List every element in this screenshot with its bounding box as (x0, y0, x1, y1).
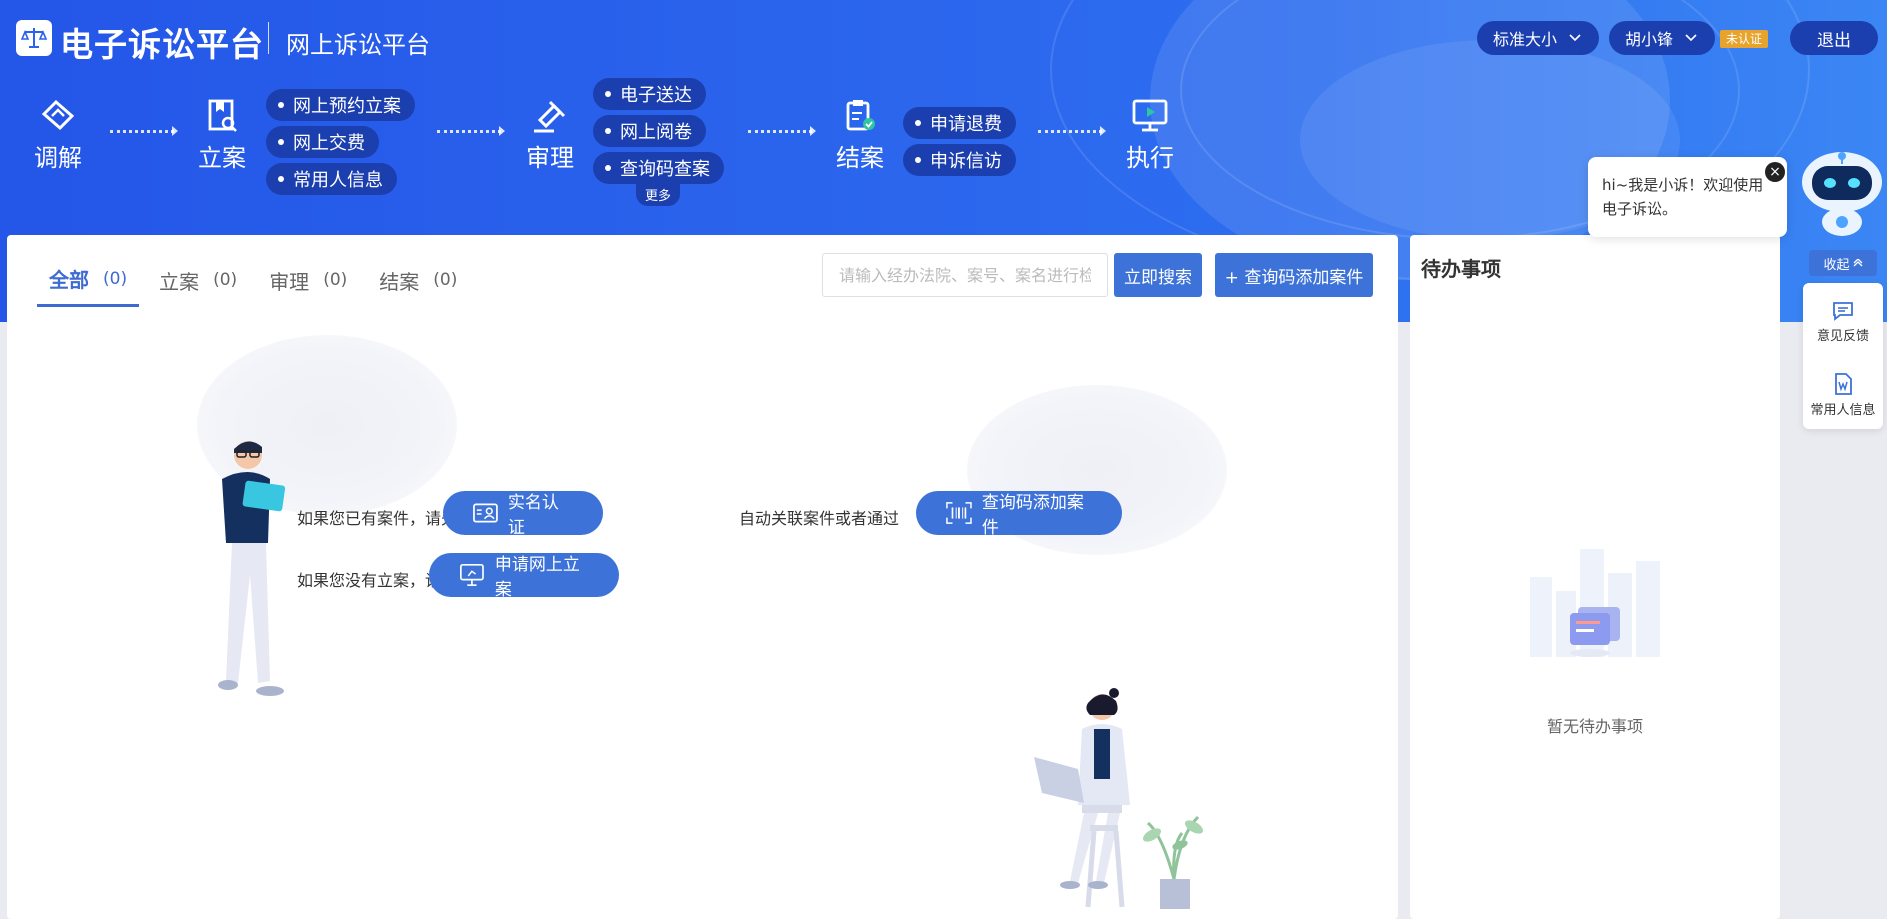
user-dropdown[interactable]: 胡小锋 (1609, 21, 1715, 55)
guide-text-no-case: 如果您没有立案，请 (297, 571, 442, 590)
tab-closed[interactable]: 结案 (0) (367, 253, 469, 307)
tab-label: 结案 (379, 269, 420, 294)
woman-working-illustration (1034, 688, 1204, 909)
apply-online-filing-button[interactable]: 申请网上立案 (429, 553, 619, 600)
brand-divider (268, 22, 269, 54)
logout-button[interactable]: 退出 (1790, 21, 1878, 55)
chip-online-payment[interactable]: 网上交费 (266, 126, 379, 158)
id-card-icon (473, 503, 498, 523)
chip-common-persons[interactable]: 常用人信息 (266, 163, 397, 195)
add-case-by-code-button[interactable]: + 查询码添加案件 (1215, 253, 1373, 297)
tab-count: (0) (433, 270, 458, 290)
step-label: 结案 (836, 144, 884, 172)
todo-empty-text: 暂无待办事项 (1546, 717, 1643, 736)
more-button[interactable]: 更多 (636, 182, 680, 206)
man-with-laptop-illustration (218, 441, 286, 696)
collapse-label: 收起 (1823, 257, 1850, 273)
chip-online-file-review[interactable]: 网上阅卷 (593, 115, 706, 147)
case-list-card: 全部 (0) 立案 (0) 审理 (0) 结案 (0) 立即搜索 + 查询码添加… (7, 235, 1398, 919)
gavel-icon (534, 100, 566, 133)
logo (16, 20, 52, 56)
common-persons-tool[interactable]: 常用人信息 (1803, 373, 1883, 418)
filing-icon (208, 99, 237, 132)
chip-refund-request[interactable]: 申请退费 (903, 107, 1016, 139)
case-tabs: 全部 (0) 立案 (0) 审理 (0) 结案 (0) (37, 253, 477, 307)
tab-all[interactable]: 全部 (0) (37, 253, 140, 307)
step-connector (110, 126, 178, 136)
tab-count: (0) (103, 268, 128, 289)
scales-logo-icon (21, 28, 47, 48)
step-connector (748, 126, 816, 136)
tool-label: 常用人信息 (1810, 403, 1876, 418)
chevron-down-icon (1569, 34, 1581, 42)
step-execution[interactable]: 执行 (1126, 98, 1174, 173)
guide-text-existing-case: 如果您已有案件，请先 (297, 509, 458, 528)
step-label: 执行 (1126, 144, 1174, 172)
chip-electronic-service[interactable]: 电子送达 (593, 78, 706, 110)
chevron-down-icon (1685, 34, 1697, 42)
step-connector (1038, 126, 1106, 136)
add-case-by-query-code-button[interactable]: 查询码添加案件 (916, 491, 1122, 538)
barcode-icon (946, 502, 972, 524)
step-trial[interactable]: 审理 (526, 98, 574, 173)
step-mediation[interactable]: 调解 (34, 98, 82, 173)
collapse-button[interactable]: 收起 (1809, 250, 1877, 276)
step-filing[interactable]: 立案 (198, 98, 246, 173)
tab-label: 立案 (159, 269, 200, 294)
tab-label: 审理 (269, 269, 310, 294)
tab-label: 全部 (49, 268, 89, 292)
step-label: 立案 (198, 144, 246, 172)
tab-count: (0) (323, 270, 348, 290)
brand-title: 电子诉讼平台 (60, 25, 264, 64)
handshake-icon (41, 99, 75, 131)
presentation-icon (460, 564, 484, 586)
close-icon[interactable]: × (1765, 162, 1785, 182)
monitor-play-icon (1132, 99, 1168, 132)
empty-state-illustration (1530, 549, 1660, 657)
button-label: 实名认证 (507, 493, 559, 538)
brand-subtitle: 网上诉讼平台 (286, 31, 430, 59)
chip-petition-appeal[interactable]: 申诉信访 (903, 144, 1016, 176)
tab-filing[interactable]: 立案 (0) (147, 253, 249, 307)
tab-count: (0) (213, 270, 238, 290)
step-connector (437, 126, 505, 136)
chevron-up-icon (1853, 259, 1862, 267)
font-size-label: 标准大小 (1493, 30, 1558, 49)
feedback-tool[interactable]: 意见反馈 (1803, 301, 1883, 344)
case-search-input[interactable] (822, 253, 1108, 297)
clipboard-check-icon (846, 100, 875, 131)
guide-text-auto-link: 自动关联案件或者通过 (739, 509, 900, 528)
user-name: 胡小锋 (1625, 30, 1674, 49)
chip-online-booking-filing[interactable]: 网上预约立案 (266, 89, 415, 121)
button-label: 申请网上立案 (494, 555, 580, 600)
tool-label: 意见反馈 (1816, 329, 1869, 344)
step-closing[interactable]: 结案 (836, 98, 884, 173)
robot-assistant-icon[interactable] (1790, 140, 1887, 240)
search-button[interactable]: 立即搜索 (1114, 253, 1202, 297)
step-label: 调解 (34, 144, 82, 172)
font-size-dropdown[interactable]: 标准大小 (1477, 21, 1599, 55)
tab-trial[interactable]: 审理 (0) (257, 253, 359, 307)
assistant-greeting-bubble: hi~我是小诉！欢迎使用电子诉讼。 (1588, 157, 1787, 237)
realname-auth-button[interactable]: 实名认证 (443, 491, 603, 538)
unauthenticated-badge: 未认证 (1720, 30, 1769, 48)
button-label: 查询码添加案件 (981, 493, 1084, 538)
assistant-tools-panel: 意见反馈 常用人信息 (1803, 283, 1883, 429)
todo-title: 待办事项 (1421, 257, 1501, 281)
todo-card: 待办事项 暂无待办事项 (1410, 235, 1780, 919)
document-icon (1835, 373, 1852, 395)
feedback-icon (1833, 302, 1853, 321)
step-label: 审理 (526, 144, 574, 172)
chip-query-code-case[interactable]: 查询码查案 (593, 152, 724, 184)
